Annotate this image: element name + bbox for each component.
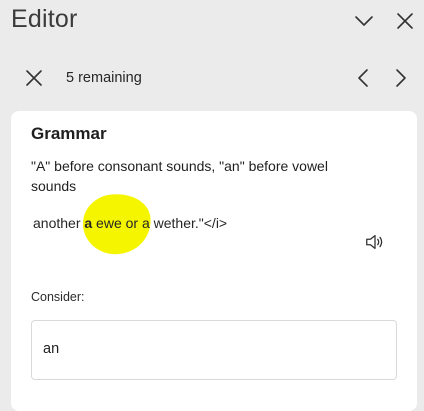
- chevron-left-icon[interactable]: [352, 66, 376, 90]
- close-icon[interactable]: [393, 9, 417, 33]
- pane-header: Editor: [0, 0, 424, 44]
- context-after: ewe or a wether."</i>: [92, 215, 228, 231]
- chevron-down-icon[interactable]: [352, 9, 376, 33]
- suggestion-text: an: [43, 341, 60, 357]
- suggestion-option[interactable]: an: [31, 320, 397, 380]
- context-sentence: another a ewe or a wether."</i>: [33, 215, 227, 231]
- card-heading: Grammar: [31, 124, 107, 143]
- chevron-right-icon[interactable]: [388, 66, 412, 90]
- issue-navigation: 5 remaining: [0, 58, 424, 98]
- flagged-word: a: [84, 215, 93, 231]
- suggestion-card: Grammar "A" before consonant sounds, "an…: [11, 111, 417, 411]
- context-before: another: [33, 215, 85, 231]
- close-icon[interactable]: [22, 66, 46, 90]
- pane-title: Editor: [11, 5, 78, 33]
- remaining-count: 5 remaining: [66, 70, 142, 86]
- rule-description: "A" before consonant sounds, "an" before…: [31, 158, 328, 194]
- consider-label: Consider:: [31, 290, 85, 304]
- speaker-icon[interactable]: [364, 231, 386, 253]
